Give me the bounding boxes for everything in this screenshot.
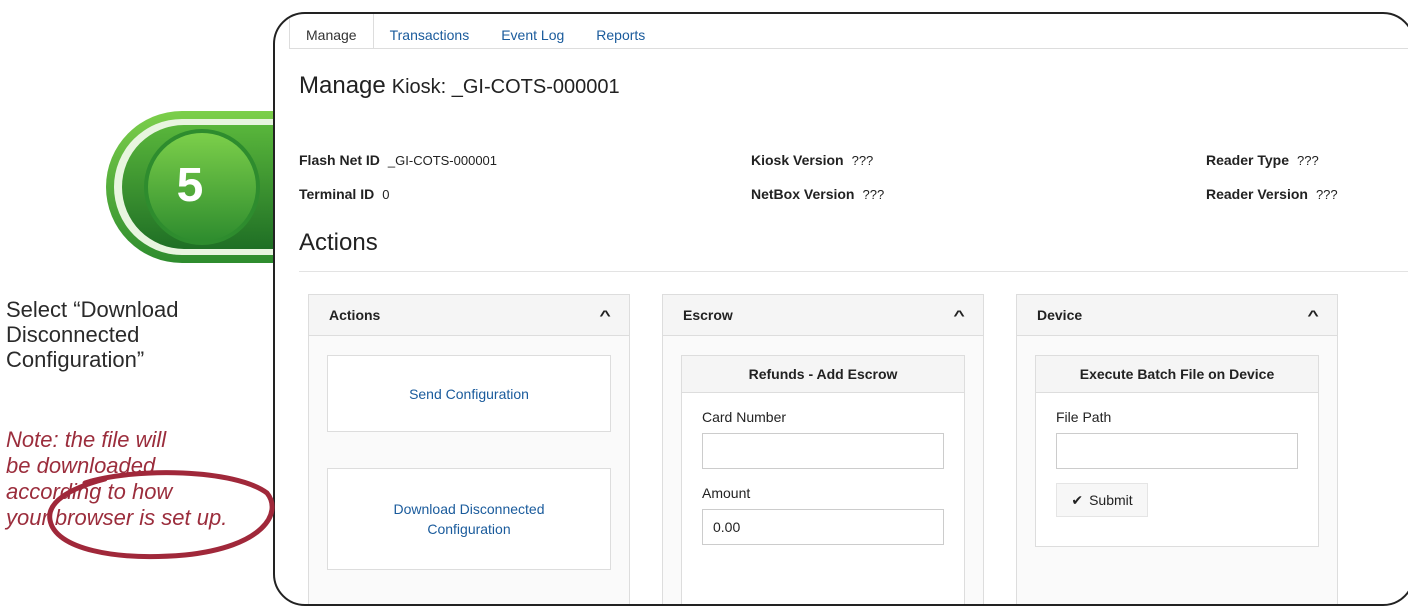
download-config-line: Configuration [427, 521, 511, 537]
submit-button[interactable]: ✔ Submit [1056, 483, 1148, 517]
refunds-add-escrow-title: Refunds - Add Escrow [682, 356, 964, 393]
send-configuration-button[interactable]: Send Configuration [409, 384, 529, 404]
kiosk-version: Kiosk Version??? [751, 152, 873, 168]
reader-type-label: Reader Type [1206, 152, 1289, 168]
tab-manage[interactable]: Manage [289, 14, 374, 49]
file-path-label: File Path [1056, 409, 1112, 425]
execute-batch-file-title: Execute Batch File on Device [1036, 356, 1318, 393]
escrow-panel-header[interactable]: Escrow ^ [663, 295, 983, 336]
instruction-line: Configuration” [6, 347, 145, 372]
flash-net-id: Flash Net ID _GI-COTS-000001 [299, 152, 497, 168]
execute-batch-file-card: Execute Batch File on Device File Path ✔… [1035, 355, 1319, 547]
chevron-up-icon[interactable]: ^ [953, 307, 964, 323]
escrow-panel-title: Escrow [683, 307, 733, 323]
file-path-input[interactable] [1056, 433, 1298, 469]
submit-label: Submit [1089, 492, 1133, 508]
tab-event-log[interactable]: Event Log [485, 14, 580, 48]
reader-version: Reader Version??? [1206, 186, 1338, 202]
tab-bar: Manage Transactions Event Log Reports [289, 14, 661, 49]
actions-panel-header[interactable]: Actions ^ [309, 295, 629, 336]
card-number-input[interactable] [702, 433, 944, 469]
page-subtitle: Kiosk: _GI-COTS-000001 [391, 76, 620, 98]
flash-net-id-label: Flash Net ID [299, 152, 380, 168]
instruction-note: Note: the file will be downloaded accord… [6, 427, 256, 531]
page-title-text: Manage [299, 72, 386, 99]
flash-net-id-value: _GI-COTS-000001 [387, 153, 498, 168]
netbox-version: NetBox Version??? [751, 186, 884, 202]
netbox-version-label: NetBox Version [751, 186, 855, 202]
chevron-up-icon[interactable]: ^ [1307, 307, 1318, 323]
chevron-up-icon[interactable]: ^ [599, 307, 610, 323]
device-panel-title: Device [1037, 307, 1083, 323]
note-line: be downloaded [6, 453, 156, 478]
note-line: Note: the file will [6, 427, 167, 452]
card-number-label: Card Number [702, 409, 787, 425]
reader-type: Reader Type??? [1206, 152, 1319, 168]
actions-panel-title: Actions [329, 307, 381, 323]
tab-reports[interactable]: Reports [580, 14, 661, 48]
tabs-divider [289, 48, 1408, 49]
reader-version-label: Reader Version [1206, 186, 1308, 202]
instruction-line: Disconnected [6, 322, 140, 347]
instruction-line: Select “Download [6, 297, 179, 322]
netbox-version-value: ??? [862, 187, 885, 202]
device-panel-header[interactable]: Device ^ [1017, 295, 1337, 336]
kiosk-version-value: ??? [851, 153, 874, 168]
note-line: your browser is set up. [6, 505, 228, 530]
terminal-id: Terminal ID 0 [299, 186, 389, 202]
send-configuration-card: Send Configuration [327, 355, 611, 432]
page-title: Manage Kiosk: _GI-COTS-000001 [299, 72, 620, 100]
reader-type-value: ??? [1297, 153, 1319, 168]
download-config-line: Download Disconnected [393, 501, 545, 517]
tab-transactions[interactable]: Transactions [374, 14, 486, 48]
terminal-id-label: Terminal ID [299, 186, 375, 202]
step-number: 5 [176, 159, 204, 212]
download-configuration-card: Download Disconnected Configuration [327, 468, 611, 570]
device-panel: Device ^ Execute Batch File on Device Fi… [1016, 294, 1338, 604]
reader-version-value: ??? [1315, 187, 1338, 202]
terminal-id-value: 0 [382, 187, 390, 202]
screenshot-frame: Manage Transactions Event Log Reports Ma… [273, 12, 1408, 606]
amount-input[interactable]: 0.00 [702, 509, 944, 545]
escrow-panel: Escrow ^ Refunds - Add Escrow Card Numbe… [662, 294, 984, 604]
actions-panel: Actions ^ Send Configuration Download Di… [308, 294, 630, 604]
note-line: according to how [6, 479, 173, 504]
actions-heading: Actions [299, 229, 378, 256]
amount-label: Amount [702, 485, 751, 501]
instruction-text: Select “Download Disconnected Configurat… [6, 297, 246, 372]
actions-divider [299, 271, 1408, 272]
download-disconnected-configuration-button[interactable]: Download Disconnected Configuration [394, 499, 545, 539]
refunds-add-escrow-card: Refunds - Add Escrow Card Number Amount … [681, 355, 965, 604]
check-icon: ✔ [1071, 491, 1084, 508]
kiosk-version-label: Kiosk Version [751, 152, 844, 168]
